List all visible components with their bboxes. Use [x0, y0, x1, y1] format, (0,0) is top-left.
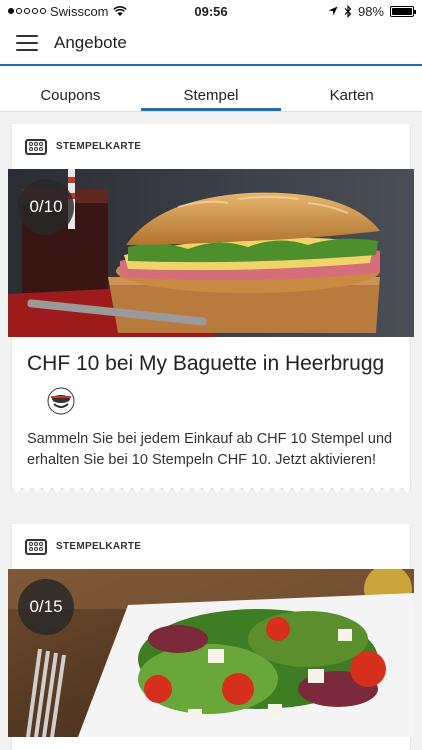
carrier-name: Swisscom: [50, 3, 109, 19]
stamp-card-icon: [25, 138, 47, 155]
signal-dots-icon: [8, 8, 46, 14]
my-baguette-logo: [47, 387, 75, 415]
bluetooth-icon: [344, 4, 352, 18]
status-bar: Swisscom 09:56 98%: [0, 0, 422, 22]
stamp-card-icon: [25, 538, 47, 555]
stamp-counter-badge: 0/10: [18, 179, 74, 235]
tab-karten[interactable]: Karten: [281, 66, 422, 111]
location-arrow-icon: [328, 6, 338, 16]
card-zigzag-edge: [12, 487, 410, 494]
tab-bar: Coupons Stempel Karten: [0, 66, 422, 112]
tab-stempel[interactable]: Stempel: [140, 66, 282, 111]
battery-percent: 98%: [357, 3, 384, 19]
card-title[interactable]: CHF 10 bei My Baguette in Heerbrugg: [27, 351, 395, 376]
card-header: STEMPELKARTE: [12, 124, 410, 169]
wifi-icon: [112, 5, 127, 16]
carrier-info: Swisscom: [8, 4, 127, 19]
stamp-counter-badge: 0/15: [18, 579, 74, 635]
tab-coupons[interactable]: Coupons: [0, 66, 141, 111]
baguette-sandwich-photo[interactable]: 0/10: [8, 169, 414, 337]
page-title: Angebote: [54, 33, 127, 52]
salad-photo[interactable]: 0/15: [8, 569, 414, 737]
card-type-label: STEMPELKARTE: [56, 141, 142, 152]
stamp-card[interactable]: STEMPELKARTE: [8, 124, 414, 494]
stamp-card[interactable]: STEMPELKARTE: [8, 524, 414, 750]
app-bar: Angebote: [0, 22, 422, 64]
hamburger-menu-icon[interactable]: [16, 35, 38, 51]
card-description: Sammeln Sie bei jedem Einkauf ab CHF 10 …: [27, 431, 393, 468]
card-type-label: STEMPELKARTE: [56, 541, 142, 552]
card-header: STEMPELKARTE: [12, 524, 410, 569]
offer-feed[interactable]: STEMPELKARTE 0/10 CHF 10 bei My Baguette…: [0, 112, 422, 750]
battery-icon: [390, 5, 416, 17]
